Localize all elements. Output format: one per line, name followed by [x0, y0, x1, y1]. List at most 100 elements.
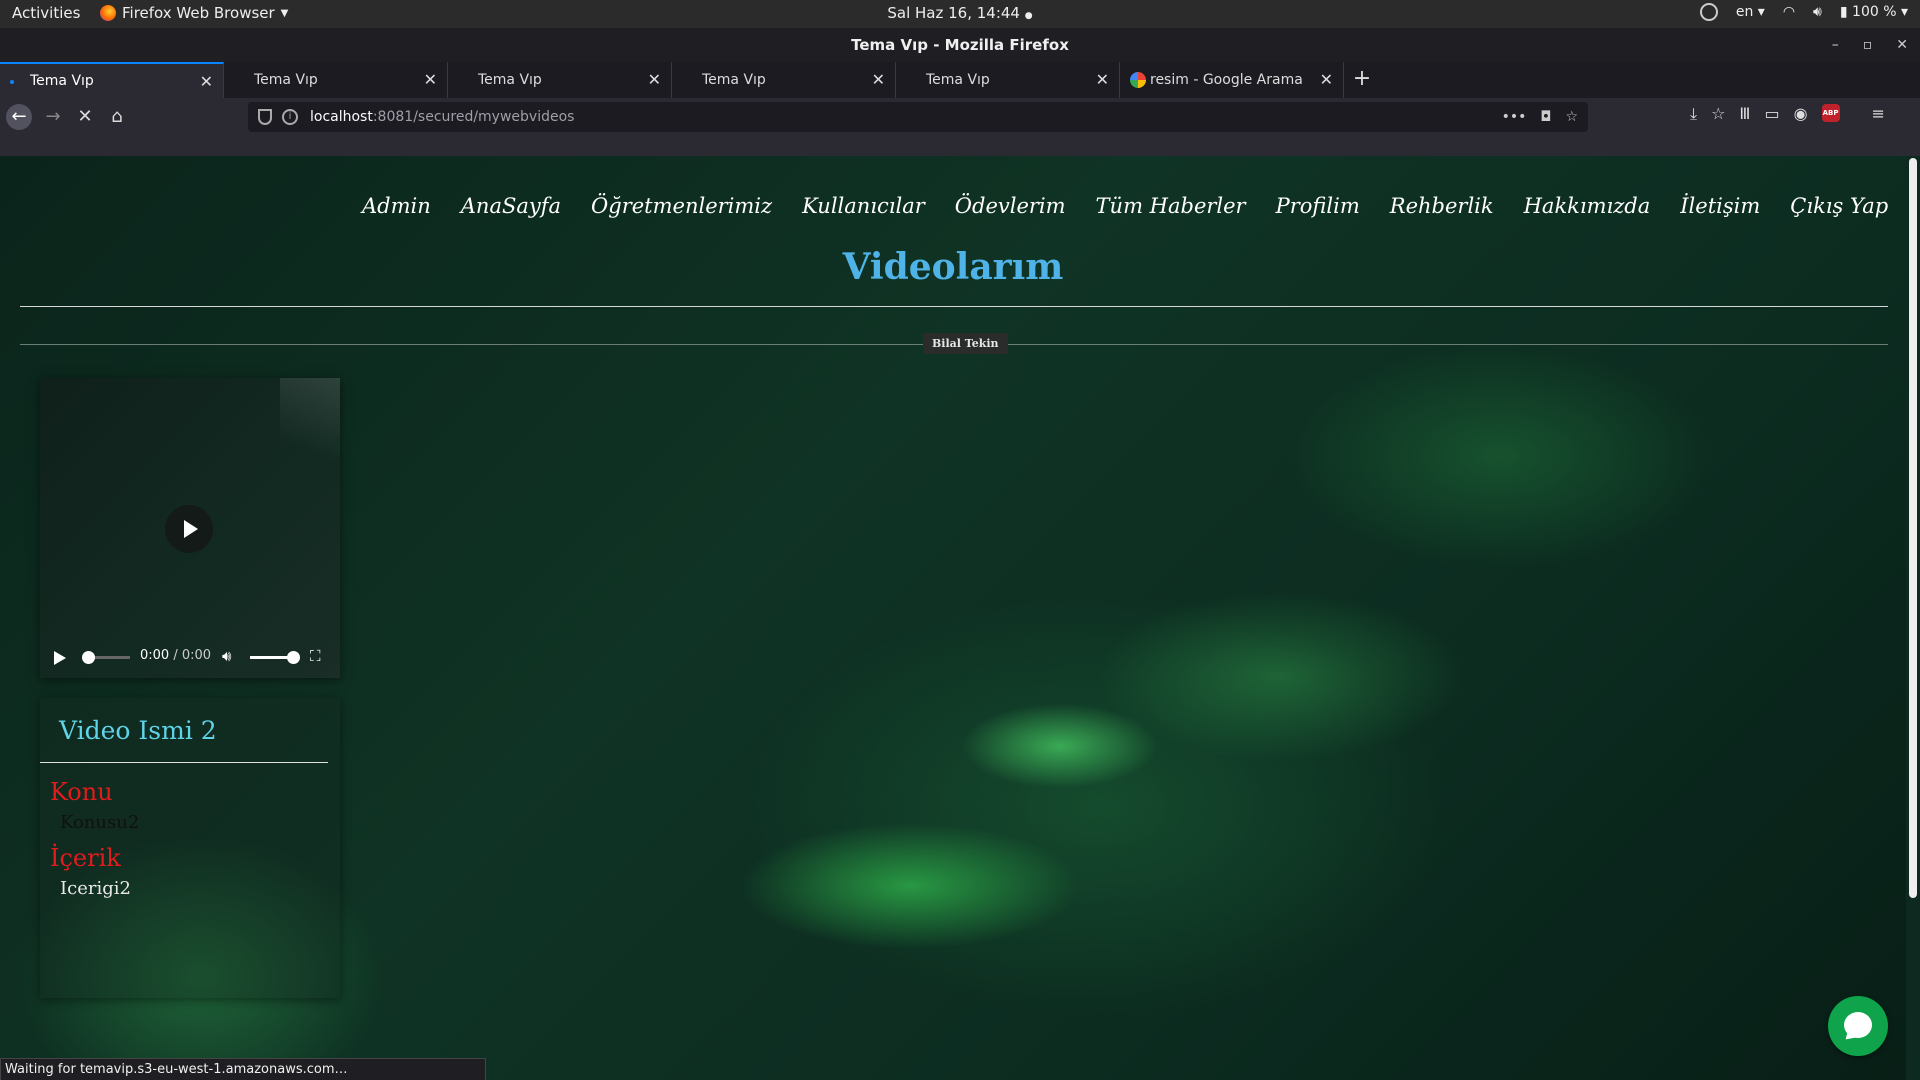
menu-cikis-yap[interactable]: Çıkış Yap	[1790, 194, 1888, 218]
close-tab-icon[interactable]: ✕	[1320, 70, 1333, 89]
downloads-icon[interactable]: ⤓	[1690, 104, 1697, 124]
forward-button[interactable]: →	[40, 104, 66, 130]
play-icon[interactable]	[54, 651, 66, 665]
maximize-icon[interactable]: ▫	[1863, 28, 1873, 62]
time-current: 0:00	[140, 648, 170, 663]
home-button[interactable]: ⌂	[104, 104, 130, 130]
sidebar-icon[interactable]: ▭	[1764, 104, 1779, 124]
volume-slider[interactable]	[250, 651, 300, 664]
seek-knob[interactable]	[82, 651, 95, 664]
tracking-shield-icon[interactable]	[258, 109, 272, 125]
page-title: Videolarım	[842, 246, 1064, 288]
battery-indicator[interactable]: ▮ 100 % ▾	[1840, 4, 1908, 20]
system-top-bar: Activities Firefox Web Browser ▼ Sal Haz…	[0, 0, 1920, 28]
bookmark-star-icon[interactable]: ☆	[1565, 102, 1578, 132]
firefox-icon	[100, 5, 116, 21]
menu-admin[interactable]: Admin	[362, 194, 431, 218]
google-icon	[1130, 72, 1146, 88]
navigation-toolbar: ← → ✕ ⌂ i localhost:8081/secured/mywebvi…	[0, 98, 1920, 136]
volume-icon[interactable]: 🔊︎	[222, 647, 231, 665]
tab-label: Tema Vıp	[478, 72, 542, 88]
tab-label: Tema Vıp	[702, 72, 766, 88]
close-tab-icon[interactable]: ✕	[1096, 70, 1109, 89]
close-tab-icon[interactable]: ✕	[648, 70, 661, 89]
stop-button[interactable]: ✕	[72, 104, 98, 130]
menu-iletisim[interactable]: İletişim	[1680, 194, 1760, 218]
chevron-down-icon: ▼	[280, 7, 289, 19]
big-play-icon[interactable]	[165, 505, 213, 553]
tab-6[interactable]: resim - Google Arama ✕	[1120, 62, 1344, 98]
seek-slider[interactable]	[82, 651, 130, 664]
pocket-icon[interactable]: ◘	[1540, 102, 1551, 132]
tab-5[interactable]: Tema Vıp ✕	[896, 62, 1120, 98]
video-poster	[280, 378, 340, 478]
page-scrollbar[interactable]	[1906, 156, 1920, 1080]
close-tab-icon[interactable]: ✕	[200, 72, 213, 91]
new-tab-button[interactable]: +	[1344, 62, 1380, 98]
tab-1[interactable]: Tema Vıp ✕	[0, 62, 224, 98]
loading-dot-icon	[10, 80, 14, 84]
url-path: :8081/secured/mywebvideos	[372, 109, 575, 125]
account-icon[interactable]: ◉	[1794, 104, 1808, 124]
app-menu[interactable]: Firefox Web Browser ▼	[100, 4, 288, 22]
tab-label: resim - Google Arama	[1150, 72, 1303, 88]
wifi-icon[interactable]: ◠	[1783, 4, 1795, 20]
close-tab-icon[interactable]: ✕	[424, 70, 437, 89]
library-icon[interactable]: Ⅲ	[1739, 104, 1750, 124]
tab-label: Tema Vıp	[30, 73, 94, 89]
url-bar[interactable]: i localhost:8081/secured/mywebvideos •••…	[248, 102, 1588, 132]
keyboard-layout-label: en	[1735, 4, 1754, 20]
window-controls: – ▫ ✕	[1832, 28, 1908, 62]
tab-3[interactable]: Tema Vıp ✕	[448, 62, 672, 98]
topic-value: Konusu2	[60, 812, 140, 833]
window-titlebar: Tema Vıp - Mozilla Firefox – ▫ ✕	[0, 28, 1920, 62]
site-menu: Admin AnaSayfa Öğretmenlerimiz Kullanıcı…	[362, 194, 1888, 218]
status-bar: Waiting for temavip.s3-eu-west-1.amazona…	[0, 1058, 486, 1080]
menu-odevlerim[interactable]: Ödevlerim	[955, 194, 1066, 218]
activities-button[interactable]: Activities	[12, 4, 80, 22]
menu-rehberlik[interactable]: Rehberlik	[1390, 194, 1494, 218]
menu-profilim[interactable]: Profilim	[1276, 194, 1360, 218]
tab-strip: Tema Vıp ✕ Tema Vıp ✕ Tema Vıp ✕ Tema Vıp ✕ …	[0, 62, 1920, 98]
app-menu-label: Firefox Web Browser	[122, 4, 275, 22]
volume-knob[interactable]	[287, 651, 300, 664]
back-button[interactable]: ←	[6, 104, 32, 130]
tab-4[interactable]: Tema Vıp ✕	[672, 62, 896, 98]
scrollbar-thumb[interactable]	[1909, 158, 1917, 898]
close-window-icon[interactable]: ✕	[1896, 28, 1908, 62]
divider	[20, 306, 1888, 307]
minimize-icon[interactable]: –	[1832, 28, 1839, 62]
tab-2[interactable]: Tema Vıp ✕	[224, 62, 448, 98]
tab-label: Tema Vıp	[926, 72, 990, 88]
window-title: Tema Vıp - Mozilla Firefox	[851, 36, 1069, 54]
clock[interactable]: Sal Haz 16, 14:44	[887, 4, 1020, 22]
hamburger-menu-icon[interactable]: ≡	[1872, 104, 1885, 124]
page-actions-icon[interactable]: •••	[1502, 102, 1527, 132]
fullscreen-icon[interactable]: ⛶	[310, 647, 321, 665]
notification-dot-icon: ●	[1024, 11, 1033, 21]
close-tab-icon[interactable]: ✕	[872, 70, 885, 89]
video-controls: 0:00 / 0:00 🔊︎ ⛶	[40, 636, 340, 678]
tab-label: Tema Vıp	[254, 72, 318, 88]
web-page: Admin AnaSayfa Öğretmenlerimiz Kullanıcı…	[0, 156, 1920, 1080]
accessibility-icon[interactable]	[1699, 3, 1718, 21]
divider	[40, 762, 328, 763]
chat-bubble-icon[interactable]	[1828, 996, 1888, 1056]
menu-tum-haberler[interactable]: Tüm Haberler	[1096, 194, 1246, 218]
video-info-card: Video Ismi 2 Konu Konusu2 İçerik Icerigi…	[40, 698, 340, 998]
reading-list-icon[interactable]: ☆	[1711, 104, 1725, 124]
video-player[interactable]: 0:00 / 0:00 🔊︎ ⛶	[40, 378, 340, 678]
time-display: 0:00 / 0:00	[140, 648, 212, 663]
author-badge: Bilal Tekin	[923, 333, 1008, 354]
site-info-icon[interactable]: i	[282, 109, 298, 125]
menu-kullanicilar[interactable]: Kullanıcılar	[802, 194, 925, 218]
menu-hakkimizda[interactable]: Hakkımızda	[1524, 194, 1651, 218]
content-heading: İçerik	[50, 844, 121, 872]
menu-ogretmenlerimiz[interactable]: Öğretmenlerimiz	[591, 194, 772, 218]
volume-icon[interactable]: 🔊︎	[1813, 4, 1822, 20]
adblock-icon[interactable]: ABP	[1821, 104, 1840, 122]
system-tray: en ▾ ◠ 🔊︎ ▮ 100 % ▾	[1699, 3, 1908, 21]
keyboard-layout[interactable]: en ▾	[1736, 4, 1765, 20]
topic-heading: Konu	[50, 778, 113, 806]
menu-anasayfa[interactable]: AnaSayfa	[461, 194, 561, 218]
